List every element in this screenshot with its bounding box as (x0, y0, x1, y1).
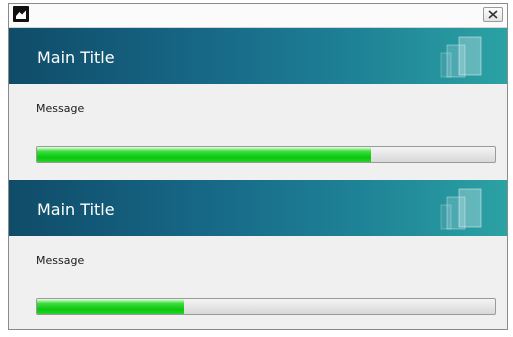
header-banner: Main Title (9, 28, 507, 84)
close-icon (488, 10, 498, 19)
message-text: Message (36, 254, 85, 267)
progress-panel-2: Main Title Message (9, 180, 507, 332)
main-title: Main Title (37, 200, 115, 219)
header-banner: Main Title (9, 180, 507, 236)
progress-bar (36, 146, 496, 163)
banner-decoration-icon (440, 188, 482, 230)
banner-decoration-icon (440, 36, 482, 78)
message-text: Message (36, 102, 85, 115)
progress-area (9, 140, 507, 180)
progress-window: Main Title Message Main Title Message (8, 3, 508, 330)
progress-panel-1: Main Title Message (9, 28, 507, 180)
close-button[interactable] (483, 7, 503, 22)
main-title: Main Title (37, 48, 115, 67)
progress-bar (36, 298, 496, 315)
progress-area (9, 292, 507, 332)
title-bar[interactable] (9, 4, 507, 28)
progress-fill (37, 147, 372, 162)
app-icon (13, 6, 29, 22)
progress-fill (37, 299, 184, 314)
